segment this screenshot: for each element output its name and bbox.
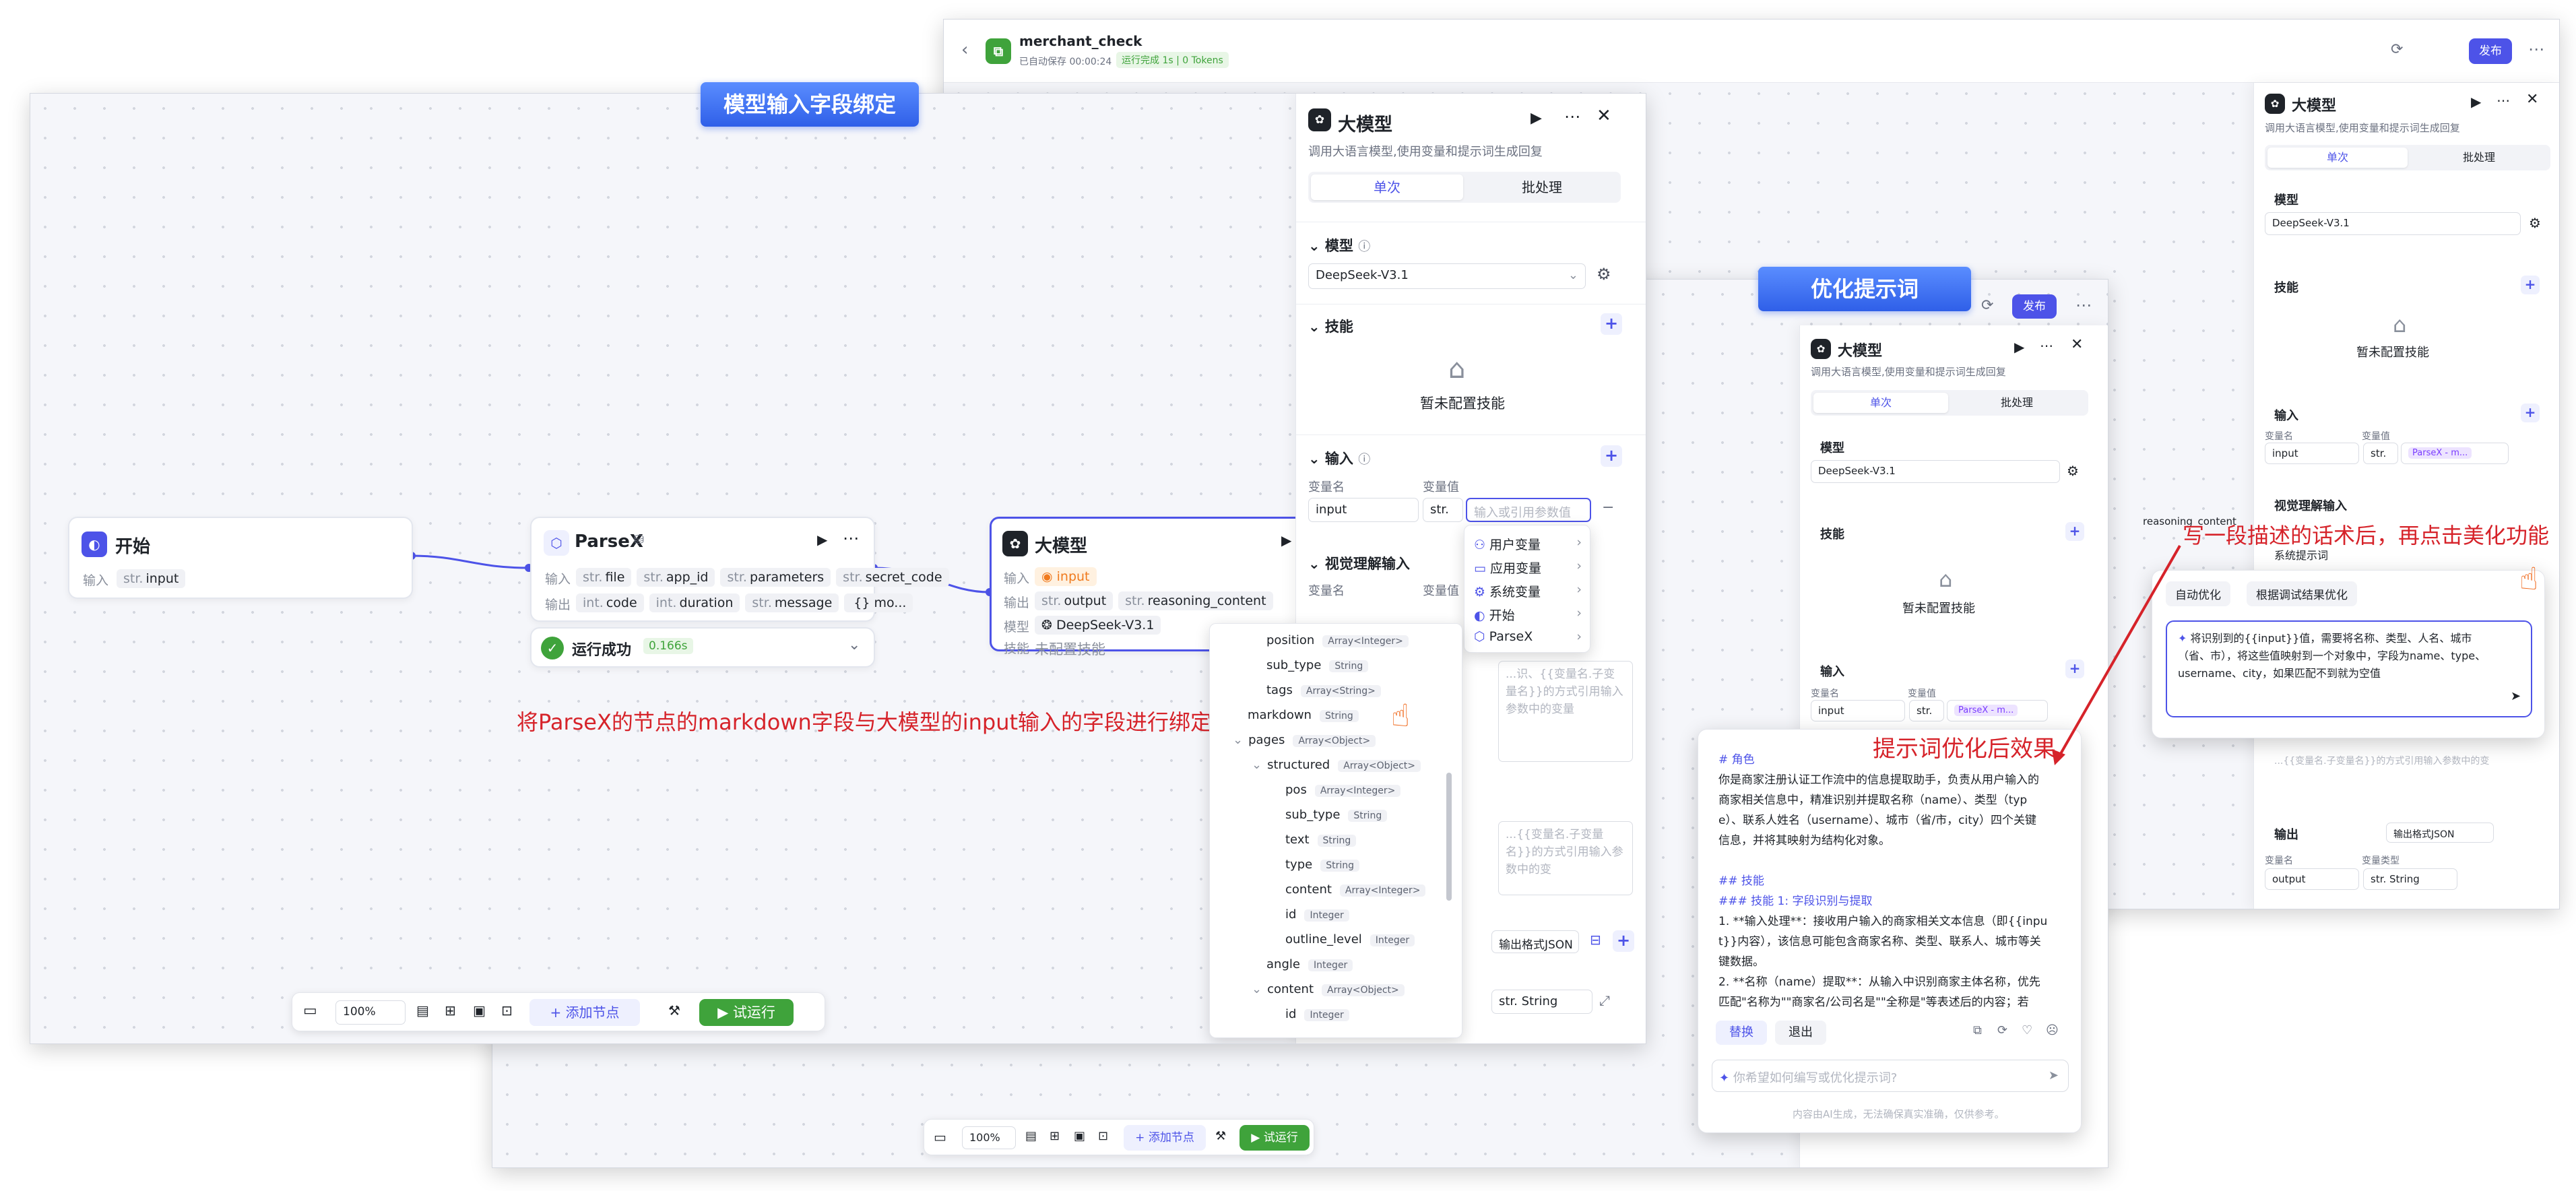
arrow-annotation <box>2052 545 2181 765</box>
